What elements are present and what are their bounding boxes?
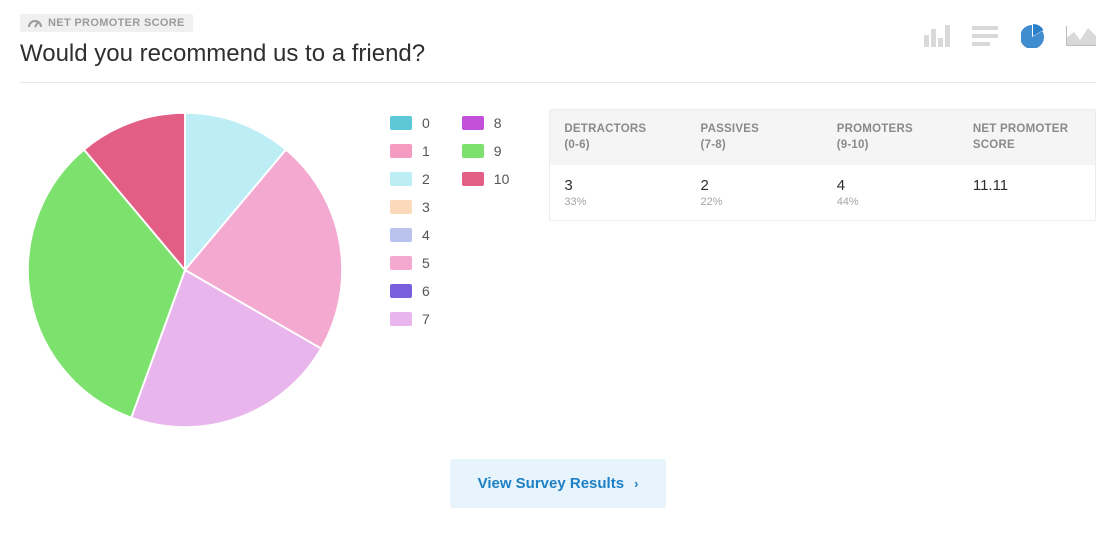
nps-summary-table: DETRACTORS (0-6) PASSIVES (7-8) PROMOTER… (549, 109, 1096, 221)
chevron-right-icon: › (634, 476, 638, 491)
nps-header-range: (9-10) (837, 138, 945, 154)
legend-label: 3 (422, 199, 430, 215)
header: NET PROMOTER SCORE Would you recommend u… (20, 14, 1096, 83)
nps-header-label: NET PROMOTER (973, 122, 1081, 138)
legend-swatch (390, 144, 412, 158)
legend-swatch (390, 284, 412, 298)
chart-type-pie[interactable] (1018, 24, 1048, 48)
nps-score: 11.11 (973, 177, 1081, 194)
legend-item: 2 (390, 171, 430, 187)
legend-item: 6 (390, 283, 430, 299)
legend-swatch (390, 312, 412, 326)
gauge-icon (28, 18, 42, 28)
legend-swatch (462, 144, 484, 158)
nps-header-passives: PASSIVES (7-8) (687, 110, 823, 165)
legend-label: 8 (494, 115, 502, 131)
legend-label: 7 (422, 311, 430, 327)
legend-column-2: 8 9 10 (462, 115, 510, 327)
nps-header-label: DETRACTORS (564, 122, 672, 138)
legend-item: 5 (390, 255, 430, 271)
chart-type-switch (922, 14, 1096, 48)
nps-header-label: PROMOTERS (837, 122, 945, 138)
nps-percent: 44% (837, 196, 945, 208)
nps-header-score: NET PROMOTER SCORE (959, 110, 1095, 165)
footer: View Survey Results › (20, 459, 1096, 508)
legend-swatch (390, 256, 412, 270)
legend-label: 9 (494, 143, 502, 159)
nps-table-body: 3 33% 2 22% 4 44% 11.11 (550, 165, 1095, 220)
area-chart-icon (1066, 26, 1096, 46)
legend-swatch (390, 228, 412, 242)
nps-value-score: 11.11 (959, 165, 1095, 220)
legend-label: 6 (422, 283, 430, 299)
legend-label: 2 (422, 171, 430, 187)
legend-item: 1 (390, 143, 430, 159)
nps-value-promoters: 4 44% (823, 165, 959, 220)
chart-type-list[interactable] (970, 24, 1000, 48)
chart-type-bar[interactable] (922, 24, 952, 48)
legend-item: 0 (390, 115, 430, 131)
legend-label: 5 (422, 255, 430, 271)
chart-type-area[interactable] (1066, 24, 1096, 48)
legend-item: 10 (462, 171, 510, 187)
legend-label: 1 (422, 143, 430, 159)
legend-label: 0 (422, 115, 430, 131)
nps-table-header: DETRACTORS (0-6) PASSIVES (7-8) PROMOTER… (550, 110, 1095, 165)
legend-label: 4 (422, 227, 430, 243)
pie-chart-svg (20, 105, 350, 435)
legend-item: 8 (462, 115, 510, 131)
nps-count: 4 (837, 177, 945, 194)
legend-item: 9 (462, 143, 510, 159)
legend-item: 4 (390, 227, 430, 243)
nps-header-detractors: DETRACTORS (0-6) (550, 110, 686, 165)
page-title: Would you recommend us to a friend? (20, 40, 425, 68)
bar-chart-icon (924, 25, 950, 47)
legend-swatch (390, 200, 412, 214)
nps-header-promoters: PROMOTERS (9-10) (823, 110, 959, 165)
view-survey-results-label: View Survey Results (478, 475, 624, 492)
nps-count: 3 (564, 177, 672, 194)
list-icon (972, 26, 998, 46)
header-left: NET PROMOTER SCORE Would you recommend u… (20, 14, 425, 68)
legend-swatch (390, 116, 412, 130)
nps-badge: NET PROMOTER SCORE (20, 14, 193, 32)
legend-column-1: 0 1 2 3 4 5 6 7 (390, 115, 430, 327)
legend-item: 7 (390, 311, 430, 327)
main-content: 0 1 2 3 4 5 6 7 8 9 10 DETRACTORS (0-6) PASSIVES … (20, 105, 1096, 435)
nps-percent: 33% (564, 196, 672, 208)
legend-item: 3 (390, 199, 430, 215)
nps-percent: 22% (701, 196, 809, 208)
pie-chart-icon (1021, 24, 1045, 48)
pie-chart (20, 105, 350, 435)
legend-swatch (462, 172, 484, 186)
nps-badge-label: NET PROMOTER SCORE (48, 17, 185, 29)
nps-header-range: (0-6) (564, 138, 672, 154)
nps-header-label: PASSIVES (701, 122, 809, 138)
nps-count: 2 (701, 177, 809, 194)
view-survey-results-button[interactable]: View Survey Results › (450, 459, 667, 508)
nps-value-passives: 2 22% (687, 165, 823, 220)
nps-header-range: SCORE (973, 138, 1081, 154)
nps-header-range: (7-8) (701, 138, 809, 154)
legend-swatch (462, 116, 484, 130)
nps-value-detractors: 3 33% (550, 165, 686, 220)
legend: 0 1 2 3 4 5 6 7 8 9 10 (390, 105, 509, 327)
legend-label: 10 (494, 171, 510, 187)
legend-swatch (390, 172, 412, 186)
